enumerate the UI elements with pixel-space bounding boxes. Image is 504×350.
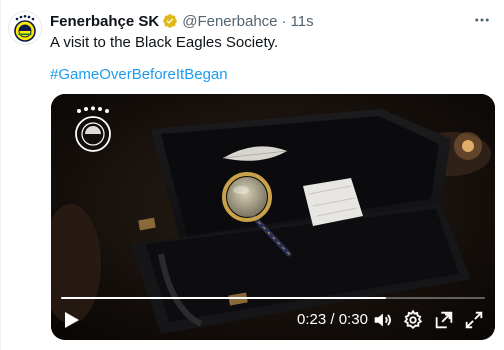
- timecode: 0:23 / 0:30: [297, 311, 368, 328]
- duration: 0:30: [338, 311, 368, 328]
- verified-badge-icon[interactable]: [162, 13, 178, 29]
- volume-icon[interactable]: [371, 309, 393, 331]
- avatar[interactable]: [9, 12, 41, 44]
- time-separator: /: [330, 311, 335, 328]
- tweet-header: Fenerbahçe SK @Fenerbahce · 11s: [50, 11, 314, 31]
- play-icon[interactable]: [61, 310, 81, 330]
- progress-fill: [61, 297, 387, 299]
- more-options-icon[interactable]: [470, 8, 494, 32]
- hashtag-link[interactable]: #GameOverBeforeItBegan: [50, 65, 228, 85]
- separator-dot: ·: [281, 12, 287, 30]
- author-handle[interactable]: @Fenerbahce: [182, 13, 277, 30]
- video-player[interactable]: 0:23 / 0:30: [51, 94, 495, 340]
- settings-gear-icon[interactable]: [402, 309, 424, 331]
- timestamp[interactable]: 11s: [291, 13, 314, 30]
- current-time: 0:23: [297, 311, 327, 328]
- progress-bar[interactable]: [61, 297, 485, 299]
- club-logo-watermark-icon: [75, 106, 111, 152]
- video-controls: 0:23 / 0:30: [51, 300, 495, 340]
- fullscreen-icon[interactable]: [463, 309, 485, 331]
- tweet-text: A visit to the Black Eagles Society.: [50, 34, 279, 51]
- author-name[interactable]: Fenerbahçe SK: [50, 13, 159, 30]
- club-crest-icon: [14, 15, 36, 42]
- picture-in-picture-icon[interactable]: [433, 309, 455, 331]
